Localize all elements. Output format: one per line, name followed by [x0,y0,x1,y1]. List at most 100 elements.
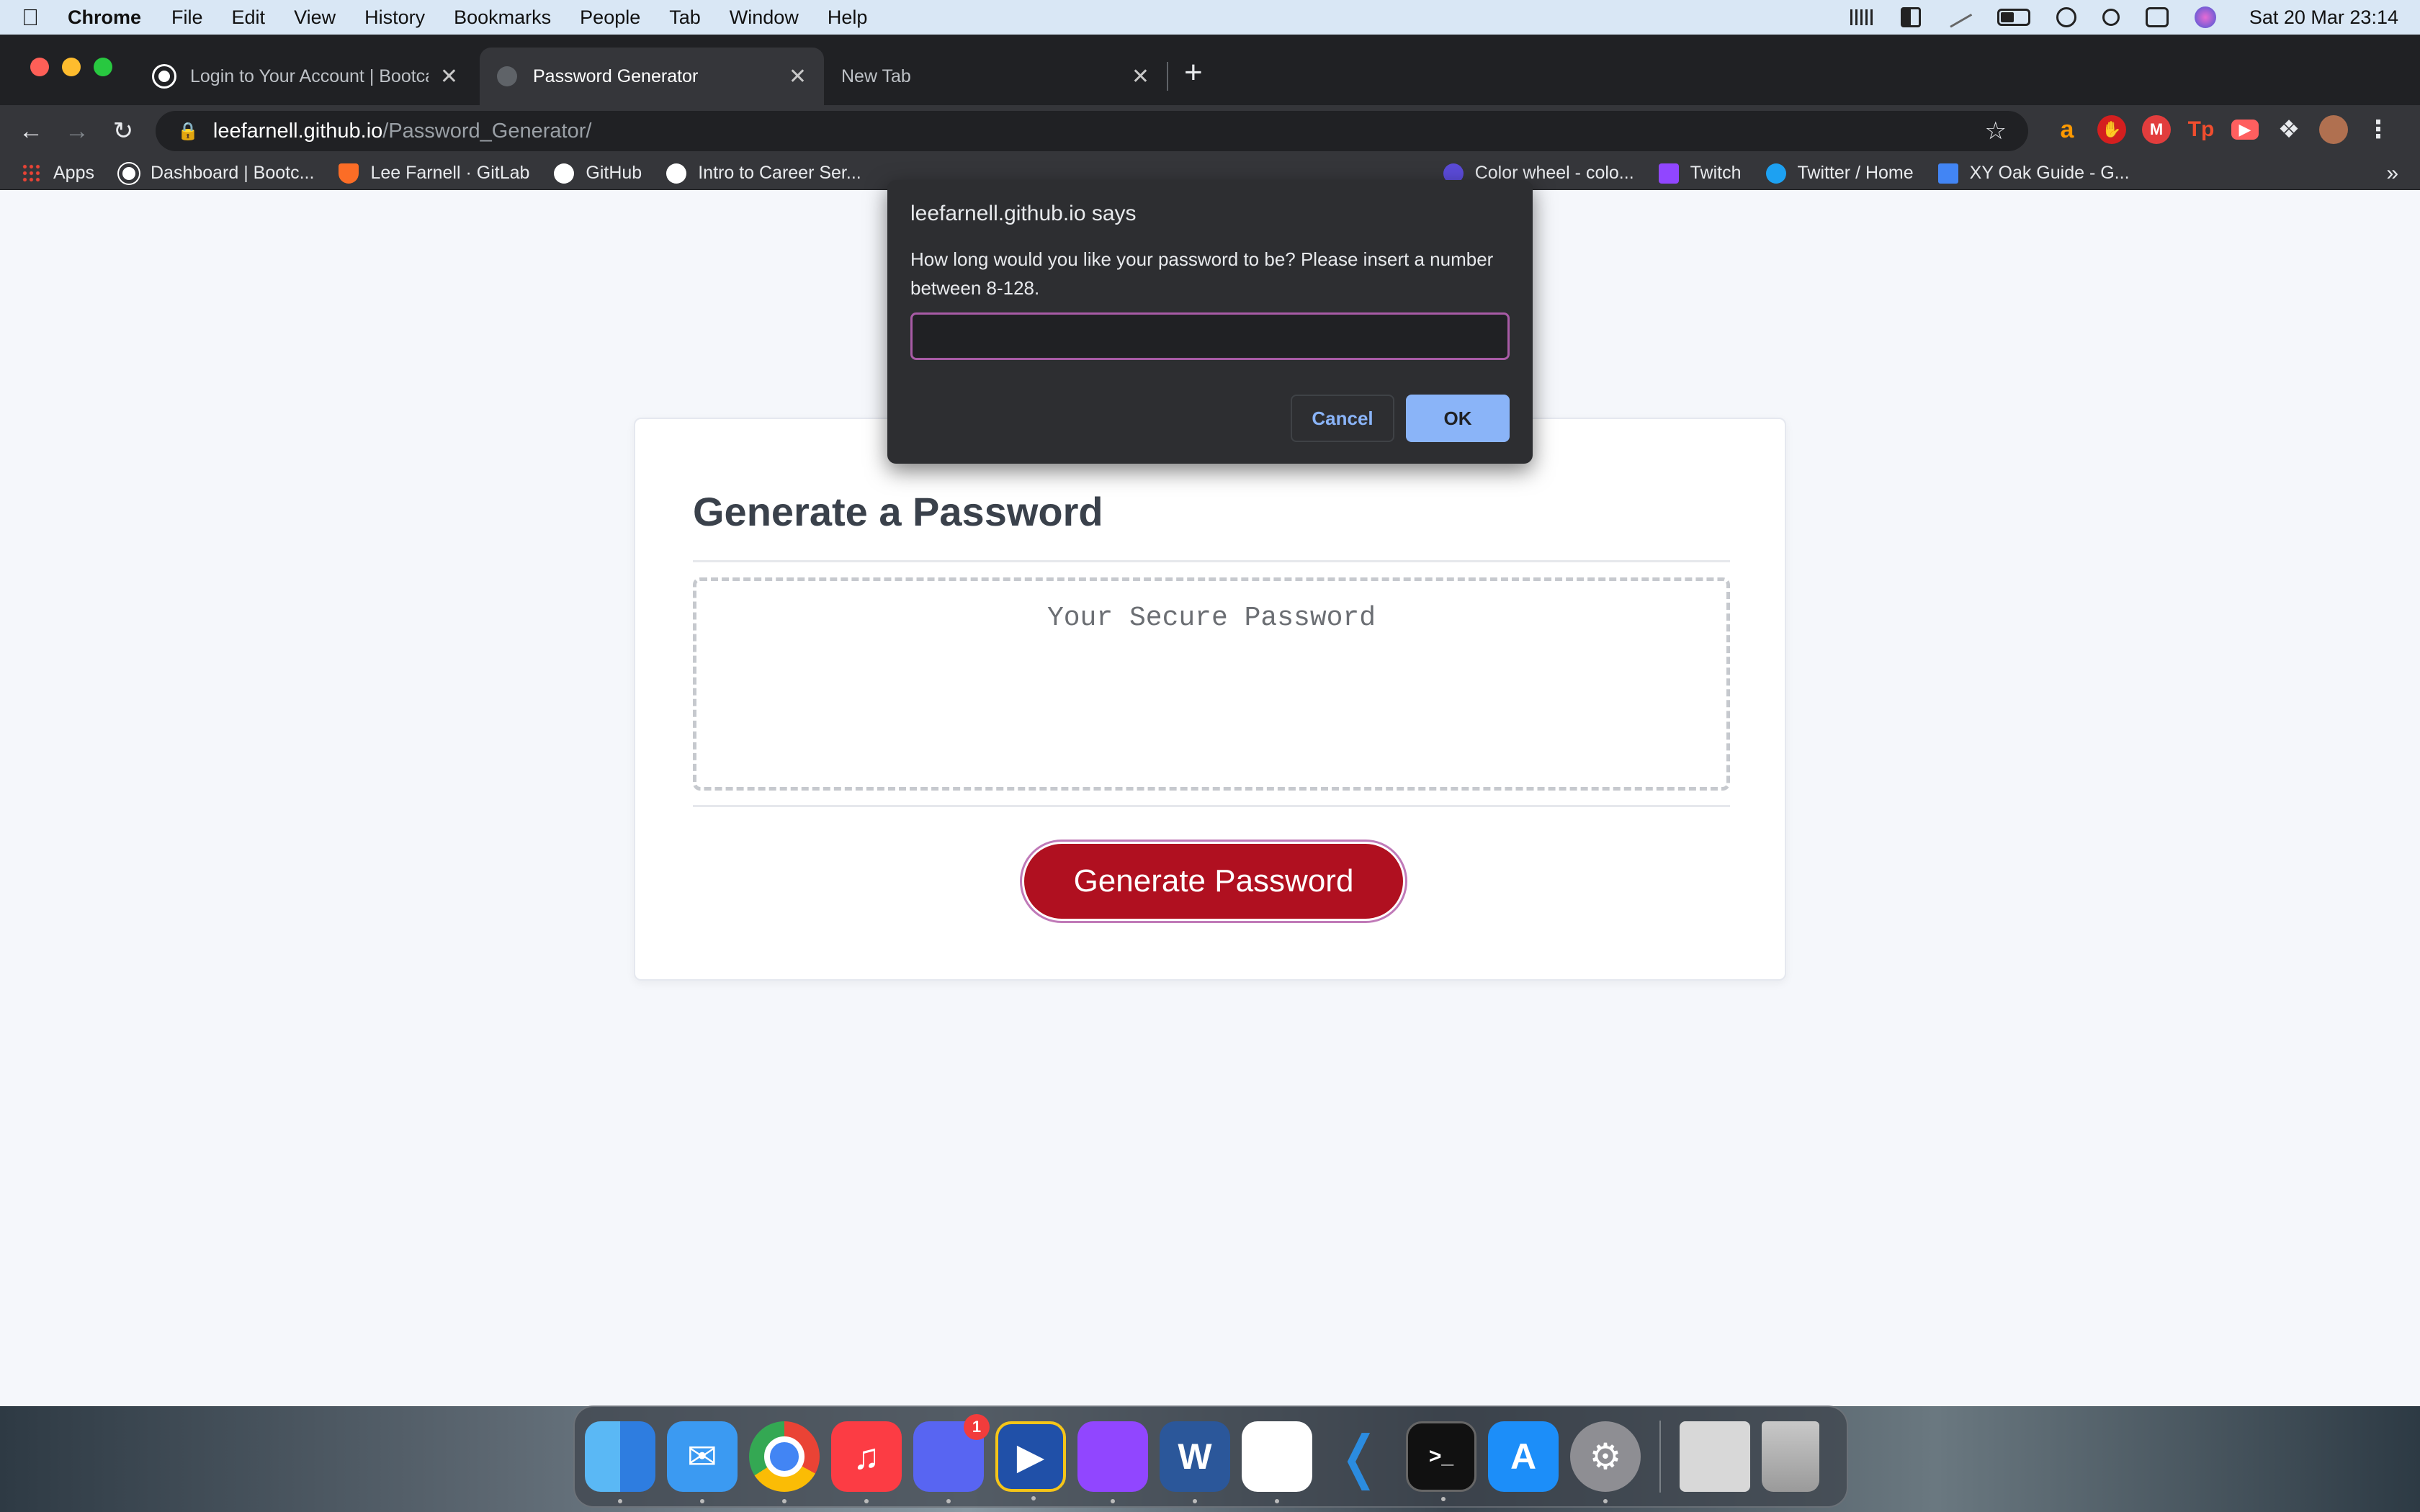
close-tab-icon[interactable]: ✕ [440,64,458,89]
m-extension-icon[interactable]: M [2142,115,2171,144]
extensions-area: a ✋ M Tp ▶ ❖ ⋮ [2053,115,2393,144]
tab-title: Password Generator [533,66,699,86]
url-path: /Password_Generator/ [382,119,592,143]
amazon-extension-icon[interactable]: a [2053,115,2081,144]
password-length-input[interactable] [910,312,1510,360]
status-menus: Sat 20 Mar 23:14 [1850,6,2398,29]
bookmark-label: Intro to Career Ser... [698,163,861,183]
adblock-extension-icon[interactable]: ✋ [2097,115,2126,144]
close-tab-icon[interactable]: ✕ [789,64,807,89]
tp-extension-icon[interactable]: Tp [2187,115,2215,144]
trash-icon[interactable] [1762,1421,1819,1492]
extensions-puzzle-icon[interactable]: ❖ [2275,115,2303,144]
bookmark-apps[interactable]: Apps [22,163,94,184]
browser-toolbar: ← → ↻ 🔒 leefarnell.github.io /Password_G… [0,105,2420,157]
wifi-off-icon[interactable] [1945,6,1973,28]
tab-divider [1167,62,1168,91]
menu-tab[interactable]: Tab [669,6,701,29]
bookmark-gitlab[interactable]: Lee Farnell · GitLab [339,163,529,184]
browser-window: Login to Your Account | Bootca ✕ Passwor… [0,35,2420,1406]
tab-title: New Tab [841,66,911,86]
music-icon[interactable]: ♫ [831,1421,902,1503]
pokemon-tcg-icon[interactable]: ▶ [995,1421,1066,1500]
minimize-window-button[interactable] [62,58,81,76]
menu-app-name[interactable]: Chrome [68,6,141,29]
reload-button[interactable]: ↻ [108,117,138,145]
back-button[interactable]: ← [16,117,46,145]
new-tab-button[interactable]: + [1184,55,1203,91]
terminal-icon[interactable]: >_ [1406,1421,1476,1501]
control-center-icon[interactable] [2145,7,2169,27]
macos-menu-bar:  Chrome File Edit View History Bookmark… [0,0,2420,35]
menu-view[interactable]: View [294,6,336,29]
google-docs-icon [1937,163,1958,184]
ok-button[interactable]: OK [1406,395,1510,442]
discord-icon[interactable]: 1 [913,1414,990,1503]
app-store-icon[interactable]: A [1488,1421,1559,1492]
tab-strip: Login to Your Account | Bootca ✕ Passwor… [0,35,2420,105]
video-extension-icon[interactable]: ▶ [2231,120,2259,140]
menu-history[interactable]: History [364,6,425,29]
tab-login[interactable]: Login to Your Account | Bootca ✕ [137,48,475,105]
slack-icon[interactable] [1242,1421,1312,1503]
forward-button[interactable]: → [62,117,92,145]
dialog-title: leefarnell.github.io says [910,202,1137,225]
downloads-folder-icon[interactable] [1680,1421,1750,1492]
apple-menu-icon[interactable]:  [22,4,58,31]
tab-title: Login to Your Account | Bootca [190,66,429,86]
bookmark-label: XY Oak Guide - G... [1969,163,2130,183]
spotlight-search-icon[interactable] [2102,9,2120,26]
bookmark-dashboard[interactable]: Dashboard | Bootc... [118,163,314,184]
twitter-icon [1765,163,1786,184]
menu-edit[interactable]: Edit [232,6,266,29]
bookmark-github[interactable]: GitHub [554,163,642,184]
tab-new-tab[interactable]: New Tab ✕ [824,48,1167,105]
lock-icon[interactable]: 🔒 [177,121,199,142]
menu-people[interactable]: People [580,6,640,29]
audio-wave-icon[interactable] [1850,9,1875,25]
vscode-icon[interactable]: ❬ [1324,1421,1394,1492]
chrome-menu-icon[interactable]: ⋮ [2364,115,2393,144]
profile-avatar[interactable] [2319,115,2348,144]
bookmark-career-services[interactable]: Intro to Career Ser... [666,163,861,184]
menu-window[interactable]: Window [730,6,799,29]
user-account-icon[interactable] [2056,7,2076,27]
notification-badge: 1 [964,1414,990,1440]
cancel-button[interactable]: Cancel [1291,395,1394,442]
battery-icon[interactable] [1996,9,2030,26]
chrome-icon[interactable] [749,1421,820,1503]
bookmark-star-icon[interactable]: ☆ [1985,117,2007,145]
bookmark-twitch[interactable]: Twitch [1658,163,1742,184]
address-bar[interactable]: 🔒 leefarnell.github.io /Password_Generat… [156,111,2028,151]
twitch-icon[interactable] [1077,1421,1148,1503]
bookmark-oak-guide[interactable]: XY Oak Guide - G... [1937,163,2130,184]
system-preferences-icon[interactable]: ⚙ [1570,1421,1641,1503]
bookmark-label: Twitter / Home [1797,163,1914,183]
loading-favicon-icon [497,66,517,86]
window-layout-icon[interactable] [1900,7,1921,27]
zoom-window-button[interactable] [94,58,112,76]
close-window-button[interactable] [30,58,49,76]
prompt-dialog: leefarnell.github.io says How long would… [887,180,1533,464]
dialog-message: How long would you like your password to… [910,248,1494,299]
bookmark-label: Apps [53,163,94,183]
url-host: leefarnell.github.io [212,119,383,143]
menu-file[interactable]: File [171,6,203,29]
menu-bookmarks[interactable]: Bookmarks [454,6,551,29]
siri-icon[interactable] [2194,6,2216,28]
finder-icon[interactable] [585,1421,655,1503]
password-output[interactable]: Your Secure Password [693,577,1730,791]
bookmark-twitter[interactable]: Twitter / Home [1765,163,1914,184]
mail-icon[interactable]: ✉ [667,1421,738,1503]
menu-clock[interactable]: Sat 20 Mar 23:14 [2249,6,2398,29]
cs-icon [666,163,687,184]
generate-password-button[interactable]: Generate Password [1024,844,1403,919]
menu-help[interactable]: Help [828,6,868,29]
more-bookmarks-button[interactable]: » [2386,161,2398,186]
bookmark-label: Twitch [1690,163,1742,183]
password-card: Generate a Password Your Secure Password… [634,418,1786,981]
tab-password-generator[interactable]: Password Generator ✕ [480,48,824,105]
microsoft-word-icon[interactable]: W [1160,1421,1230,1503]
github-icon [554,163,575,184]
close-tab-icon[interactable]: ✕ [1131,64,1150,89]
